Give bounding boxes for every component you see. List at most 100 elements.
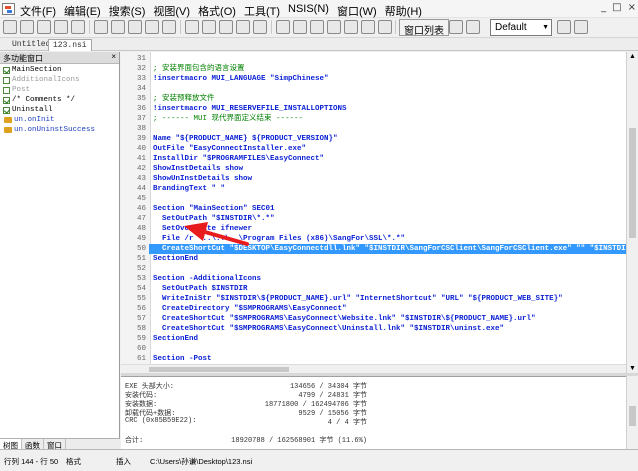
code-line[interactable]: 61 Section -Post	[121, 354, 626, 364]
checkbox-icon[interactable]	[3, 86, 10, 94]
undo-icon[interactable]	[145, 20, 159, 34]
tree-item[interactable]: Uninstall	[0, 105, 119, 115]
vertical-scrollbar[interactable]: ▲ ▼	[626, 52, 638, 373]
code-line[interactable]: 54 SetOutPath $INSTDIR	[121, 284, 626, 294]
window-list-button[interactable]: 窗口列表	[399, 19, 449, 37]
print-icon[interactable]	[71, 20, 85, 34]
code-line[interactable]: 60	[121, 344, 626, 354]
menu-item[interactable]: 帮助(H)	[381, 3, 426, 19]
find-next-icon[interactable]	[202, 20, 216, 34]
tab-tree[interactable]: 树图	[0, 439, 22, 450]
scroll-down-icon[interactable]: ▼	[629, 365, 636, 372]
scroll-thumb[interactable]	[629, 128, 636, 238]
style-add-icon[interactable]	[557, 20, 571, 34]
menu-item[interactable]: 编辑(E)	[60, 3, 105, 19]
save-icon[interactable]	[37, 20, 51, 34]
code-line[interactable]: 57 CreateShortCut "$SMPROGRAMS\EasyConne…	[121, 314, 626, 324]
redo-icon[interactable]	[162, 20, 176, 34]
save-all-icon[interactable]	[54, 20, 68, 34]
close-icon[interactable]: ×	[111, 52, 116, 61]
code-text: ShowUnInstDetails show	[153, 175, 253, 183]
tab-windows[interactable]: 窗口	[44, 439, 66, 450]
code-line[interactable]: 44 BrandingText " "	[121, 184, 626, 194]
minimize-icon[interactable]: _	[601, 2, 606, 13]
compile-icon[interactable]	[276, 20, 290, 34]
menu-item[interactable]: 文件(F)	[16, 3, 60, 19]
code-line[interactable]: 59 SectionEnd	[121, 334, 626, 344]
code-line[interactable]: 32 ; 安装界面包含的语言设置	[121, 64, 626, 74]
style-select[interactable]: Default ▼	[490, 19, 552, 36]
code-line[interactable]: 55 WriteIniStr "$INSTDIR\${PRODUCT_NAME}…	[121, 294, 626, 304]
wizard-icon[interactable]	[327, 20, 341, 34]
output-scrollbar[interactable]	[626, 376, 638, 449]
tab-123-nsi[interactable]: 123.nsi	[48, 39, 92, 51]
tab-functions[interactable]: 函数	[22, 439, 44, 450]
panel-title: 多功能窗口 ×	[0, 52, 119, 64]
open-file-icon[interactable]	[20, 20, 34, 34]
tree-item[interactable]: un.onUninstSuccess	[0, 125, 119, 135]
code-line[interactable]: 47 SetOutPath "$INSTDIR\*.*"	[121, 214, 626, 224]
code-editor[interactable]: 31 32 ; 安装界面包含的语言设置 33 !insertmacro MUI_LANG…	[121, 52, 626, 373]
run-icon[interactable]	[293, 20, 307, 34]
code-line[interactable]: 41 InstallDir "$PROGRAMFILES\EasyConnect"	[121, 154, 626, 164]
checkbox-icon[interactable]	[3, 96, 10, 104]
close-icon[interactable]: ×	[628, 2, 636, 13]
code-line[interactable]: 45	[121, 194, 626, 204]
code-line[interactable]: 58 CreateShortCut "$SMPROGRAMS\EasyConne…	[121, 324, 626, 334]
code-line[interactable]: 42 ShowInstDetails show	[121, 164, 626, 174]
code-line[interactable]: 52	[121, 264, 626, 274]
new-file-icon[interactable]	[3, 20, 17, 34]
code-line[interactable]: 40 OutFile "EasyConnectInstaller.exe"	[121, 144, 626, 154]
scroll-thumb[interactable]	[149, 367, 289, 372]
replace-icon[interactable]	[219, 20, 233, 34]
tree-item[interactable]: Post	[0, 85, 119, 95]
find-icon[interactable]	[185, 20, 199, 34]
code-line[interactable]: 33 !insertmacro MUI_LANGUAGE "SimpChinese…	[121, 74, 626, 84]
cascade-icon[interactable]	[466, 20, 480, 34]
code-line[interactable]: 34	[121, 84, 626, 94]
tree-item[interactable]: MainSection	[0, 65, 119, 75]
bookmark-icon[interactable]	[253, 20, 267, 34]
checkbox-icon[interactable]	[3, 66, 10, 74]
help-icon[interactable]	[344, 20, 358, 34]
font-icon[interactable]	[361, 20, 375, 34]
code-line[interactable]: 56 CreateDirectory "$SMPROGRAMS\EasyConn…	[121, 304, 626, 314]
tree-item[interactable]: AdditionalIcons	[0, 75, 119, 85]
code-line[interactable]: 53 Section -AdditionalIcons	[121, 274, 626, 284]
checkbox-icon[interactable]	[3, 76, 10, 84]
code-line[interactable]: 49 File /r "..\..\..\Program Files (x86)…	[121, 234, 626, 244]
horizontal-scrollbar[interactable]	[121, 364, 626, 373]
paste-icon[interactable]	[128, 20, 142, 34]
tree-item[interactable]: un.onInit	[0, 115, 119, 125]
checkbox-icon[interactable]	[3, 106, 10, 114]
scroll-thumb[interactable]	[629, 406, 636, 426]
code-line[interactable]: 48 SetOverwrite ifnewer	[121, 224, 626, 234]
code-line[interactable]: 35 ; 安装预释放文件	[121, 94, 626, 104]
options-icon[interactable]	[378, 20, 392, 34]
scroll-up-icon[interactable]: ▲	[629, 53, 636, 60]
code-line[interactable]: 38	[121, 124, 626, 134]
code-line[interactable]: 31	[121, 54, 626, 64]
code-line[interactable]: 51 SectionEnd	[121, 254, 626, 264]
menu-item[interactable]: NSIS(N)	[284, 3, 333, 19]
menu-item[interactable]: 视图(V)	[149, 3, 194, 19]
menu-item[interactable]: 搜索(S)	[105, 3, 150, 19]
goto-icon[interactable]	[236, 20, 250, 34]
code-line[interactable]: 46 Section "MainSection" SEC01	[121, 204, 626, 214]
style-edit-icon[interactable]	[574, 20, 588, 34]
test-icon[interactable]	[310, 20, 324, 34]
menu-item[interactable]: 窗口(W)	[333, 3, 381, 19]
copy-icon[interactable]	[111, 20, 125, 34]
code-line[interactable]: 36 !insertmacro MUI_RESERVEFILE_INSTALLOP…	[121, 104, 626, 114]
tile-icon[interactable]	[449, 20, 463, 34]
menu-item[interactable]: 工具(T)	[240, 3, 284, 19]
restore-icon[interactable]: □	[612, 2, 621, 13]
menu-item[interactable]: 格式(O)	[194, 3, 240, 19]
cut-icon[interactable]	[94, 20, 108, 34]
code-line[interactable]: 50 CreateShortCut "$DESKTOP\EasyConnectd…	[121, 244, 626, 254]
code-line[interactable]: 37 ; ------ MUI 现代界面定义结束 ------	[121, 114, 626, 124]
code-line[interactable]: 43 ShowUnInstDetails show	[121, 174, 626, 184]
tree-item[interactable]: /* Comments */	[0, 95, 119, 105]
output-label: 合计:	[125, 437, 144, 445]
code-line[interactable]: 39 Name "${PRODUCT_NAME} ${PRODUCT_VERSIO…	[121, 134, 626, 144]
